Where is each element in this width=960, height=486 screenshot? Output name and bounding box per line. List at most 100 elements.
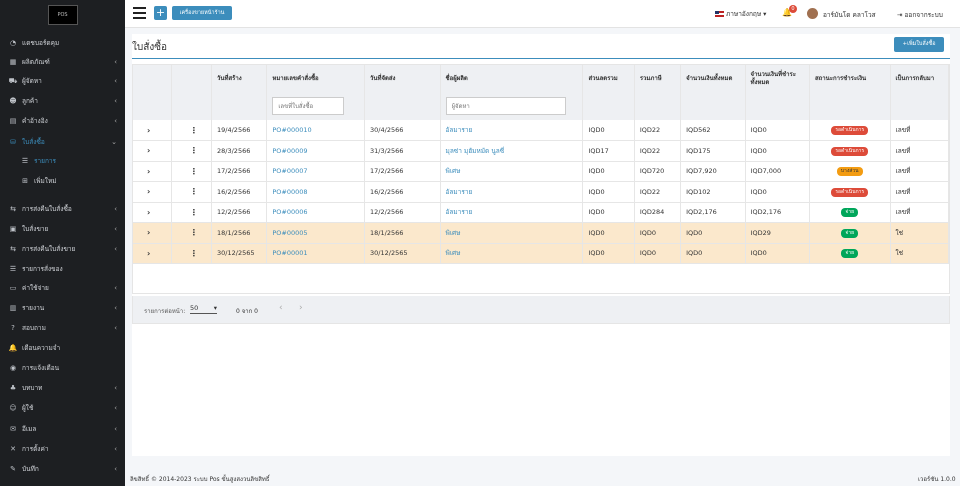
sidebar-item[interactable]: ♣ บทบาท ‹: [0, 379, 125, 397]
row-actions-icon[interactable]: ⋮: [177, 126, 198, 135]
pos-button[interactable]: เครื่องขายหน้าร้าน: [172, 6, 232, 20]
purchase-orders-table: วันที่สร้าง หมายเลขคำสั่งซื้อ วันที่จัดส…: [132, 64, 950, 294]
row-actions-icon[interactable]: ⋮: [177, 249, 198, 258]
rows-per-page-select[interactable]: 50: [190, 304, 217, 314]
table-row[interactable]: › ⋮ 28/3/2566 PO#00009 31/3/2566 มุลซ่า มุฮัม…: [133, 140, 949, 162]
sidebar-item[interactable]: ▤ คำอ้างอิง ‹: [0, 112, 125, 130]
quick-add-button[interactable]: +: [154, 6, 167, 20]
status-badge: จ่าย: [841, 208, 859, 218]
sidebar-item[interactable]: ✉ อีเมล ‹: [0, 420, 125, 438]
sidebar-item[interactable]: ⇆ การส่งคืนใบสั่งขาย ‹: [0, 240, 125, 258]
cell-delivery: 18/1/2566: [370, 228, 404, 237]
sidebar-item[interactable]: ▭ ค่าใช้จ่าย ‹: [0, 279, 125, 297]
col-paid[interactable]: จำนวนเงินที่ชำระทั้งหมด: [745, 65, 810, 92]
expand-row-icon[interactable]: ›: [138, 167, 150, 176]
sidebar-item[interactable]: ✎ บันทึก ‹: [0, 460, 125, 478]
cell-supplier[interactable]: พิเศษ: [446, 167, 461, 175]
cell-created: 16/2/2566: [217, 187, 251, 196]
cell-po[interactable]: PO#000010: [272, 126, 311, 134]
col-returned[interactable]: เป็นการกลับมา: [890, 65, 949, 92]
cell-total: IQD2,176: [686, 208, 717, 217]
sidebar-item[interactable]: ⛟ ผู้จัดหา ‹: [0, 72, 125, 90]
table-row[interactable]: › ⋮ 18/1/2566 PO#00005 18/1/2566 พิเศษ IQD0 IQD…: [133, 222, 949, 244]
cell-po[interactable]: PO#00007: [272, 167, 307, 175]
prev-page-icon[interactable]: ‹: [279, 303, 283, 313]
cell-po[interactable]: PO#00009: [272, 147, 307, 155]
sidebar-item[interactable]: ▦ ผลิตภัณฑ์ ‹: [0, 53, 125, 71]
cell-supplier[interactable]: อัลมาราย: [446, 208, 473, 216]
expand-row-icon[interactable]: ›: [138, 249, 150, 258]
sidebar-item[interactable]: ☰ รายการ: [0, 152, 125, 170]
col-supplier[interactable]: ชื่อผู้ผลิต: [440, 65, 584, 92]
menu-toggle-icon[interactable]: [133, 7, 146, 19]
cell-returned: ใช่: [895, 228, 904, 237]
sidebar-item[interactable]: ◉ การแจ้งเตือน: [0, 359, 125, 377]
add-purchase-order-button[interactable]: +เพิ่มใบสั่งซื้อ: [894, 37, 944, 52]
sidebar-item[interactable]: ▣ ใบสั่งขาย ‹: [0, 220, 125, 238]
expand-row-icon[interactable]: ›: [138, 208, 150, 217]
chevron-left-icon: ‹: [114, 245, 117, 253]
sidebar-item[interactable]: 🔔 เตือนความจำ: [0, 339, 125, 357]
cell-supplier[interactable]: อัลมาราย: [446, 126, 473, 134]
user-name[interactable]: อาร์มันโด คลาโวส: [823, 10, 876, 20]
cell-po[interactable]: PO#00001: [272, 249, 307, 257]
users-icon: ☻: [9, 97, 17, 105]
sidebar-item[interactable]: ✕ การตั้งค่า ‹: [0, 440, 125, 458]
role-icon: ♣: [9, 384, 17, 392]
po-number-filter-input[interactable]: [272, 97, 345, 115]
logout-button[interactable]: ⇥ ออกจากระบบ: [897, 10, 943, 20]
expand-row-icon[interactable]: ›: [138, 187, 150, 196]
expand-row-icon[interactable]: ›: [138, 126, 150, 135]
cell-supplier[interactable]: อัลมาราย: [446, 188, 473, 196]
col-po-number[interactable]: หมายเลขคำสั่งซื้อ: [266, 65, 366, 92]
table-row[interactable]: › ⋮ 12/2/2566 PO#00006 12/2/2566 อัลมาราย IQD0…: [133, 202, 949, 223]
cell-returned: เลขที่: [895, 167, 911, 176]
table-row[interactable]: › ⋮ 17/2/2566 PO#00007 17/2/2566 พิเศษ IQD0 IQD…: [133, 161, 949, 182]
cell-total: IQD562: [686, 126, 711, 134]
sidebar-item[interactable]: ◔ แดชบอร์ดคุม: [0, 34, 125, 52]
sidebar-item[interactable]: ☺ ผู้ใช้ ‹: [0, 399, 125, 417]
main-content: ใบสั่งซื้อ +เพิ่มใบสั่งซื้อ วันที่สร้าง …: [132, 34, 950, 456]
table-row[interactable]: › ⋮ 30/12/2565 PO#00001 30/12/2565 พิเศษ IQD0 I…: [133, 243, 949, 264]
avatar[interactable]: [807, 8, 818, 19]
cell-supplier[interactable]: พิเศษ: [446, 249, 461, 257]
cell-supplier[interactable]: พิเศษ: [446, 229, 461, 237]
sidebar-item[interactable]: ⛁ ใบสั่งซื้อ ⌄: [0, 133, 125, 151]
sidebar-item[interactable]: ☻ ลูกค้า ‹: [0, 92, 125, 110]
row-actions-icon[interactable]: ⋮: [177, 167, 198, 176]
col-status[interactable]: สถานะการชำระเงิน: [809, 65, 891, 92]
col-tax[interactable]: รวมภาษี: [634, 65, 682, 92]
row-actions-icon[interactable]: ⋮: [177, 146, 198, 155]
row-actions-icon[interactable]: ⋮: [177, 228, 198, 237]
cell-supplier[interactable]: มุลซ่า มุฮัมหมัด นูลซี่: [446, 147, 505, 155]
return-icon: ⇆: [10, 245, 16, 253]
col-delivery[interactable]: วันที่จัดส่ง: [364, 65, 441, 92]
row-actions-icon[interactable]: ⋮: [177, 208, 198, 217]
table-row[interactable]: › ⋮ 19/4/2566 PO#000010 30/4/2566 อัลมาราย IQD…: [133, 120, 949, 141]
cell-po[interactable]: PO#00008: [272, 188, 307, 196]
cell-tax: IQD22: [639, 146, 661, 155]
row-actions-icon[interactable]: ⋮: [177, 187, 198, 196]
expand-row-icon[interactable]: ›: [138, 228, 150, 237]
supplier-filter-input[interactable]: [445, 97, 566, 115]
language-selector[interactable]: ภาษาอังกฤษ ▾: [715, 9, 766, 19]
chevron-left-icon: ‹: [114, 465, 117, 473]
col-total[interactable]: จำนวนเงินทั้งหมด: [680, 65, 746, 92]
list-icon: ☰: [21, 157, 29, 165]
col-created[interactable]: วันที่สร้าง: [211, 65, 268, 92]
sidebar-item[interactable]: ☰ รายการสั่งของ: [0, 260, 125, 278]
rows-per-page-label: รายการต่อหน้า:: [144, 308, 186, 315]
sidebar-item-label: การตั้งค่า: [22, 445, 49, 453]
logo[interactable]: POS: [0, 0, 125, 30]
expand-row-icon[interactable]: ›: [138, 146, 150, 155]
sidebar-item[interactable]: ? สอบถาม ‹: [0, 319, 125, 337]
sidebar-item[interactable]: ▥ รายงาน ‹: [0, 299, 125, 317]
sidebar-item[interactable]: ⊞ เพิ่มใหม่: [0, 172, 125, 190]
sidebar-item[interactable]: ⇆ การส่งคืนใบสั่งซื้อ ‹: [0, 200, 125, 218]
table-row[interactable]: › ⋮ 16/2/2566 PO#00008 16/2/2566 อัลมาราย IQD0…: [133, 181, 949, 203]
next-page-icon[interactable]: ›: [299, 303, 303, 313]
cell-po[interactable]: PO#00005: [272, 229, 307, 237]
cell-po[interactable]: PO#00006: [272, 208, 307, 216]
col-discount[interactable]: ส่วนลดรวม: [582, 65, 635, 92]
plus-square-icon: ⊞: [22, 177, 28, 185]
